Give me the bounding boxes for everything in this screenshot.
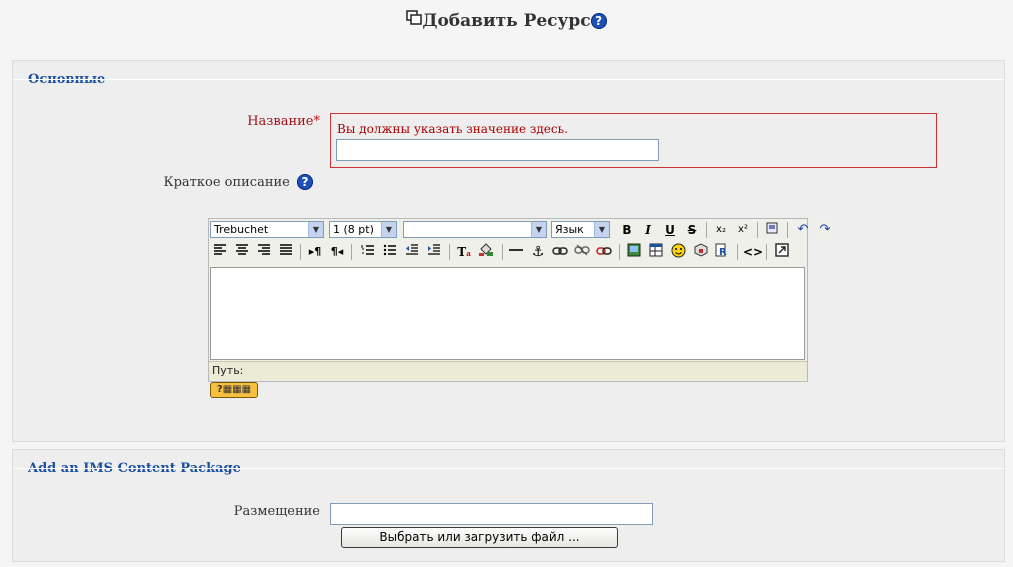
format-select[interactable]: ▼ — [403, 221, 547, 238]
location-label: Размещение — [233, 504, 320, 519]
editor-toolbar-row-1: Trebuchet ▼ 1 (8 pt) ▼ ▼ Язык ▼ B I U S x₂ … — [209, 219, 834, 241]
choose-file-button[interactable]: Выбрать или загрузить файл ... — [341, 527, 618, 548]
horizontal-rule-icon[interactable] — [507, 243, 525, 261]
ltr-direction-icon[interactable]: ▸¶ — [306, 243, 324, 261]
svg-text:R: R — [719, 247, 727, 258]
bold-icon[interactable]: B — [618, 221, 636, 239]
toolbar-separator — [502, 244, 503, 260]
align-left-icon[interactable] — [211, 243, 229, 261]
summary-help-icon[interactable]: ? — [297, 174, 313, 190]
outdent-icon[interactable] — [403, 243, 421, 261]
background-color-icon[interactable] — [477, 243, 495, 261]
font-family-value: Trebuchet — [214, 223, 269, 236]
language-select[interactable]: Язык ▼ — [551, 221, 610, 238]
toolbar-separator — [706, 222, 707, 238]
summary-label-row: Краткое описание ? — [150, 174, 313, 190]
toolbar-separator — [351, 244, 352, 260]
indent-icon[interactable] — [425, 243, 443, 261]
align-right-icon[interactable] — [255, 243, 273, 261]
page-title: Добавить Ресурс — [422, 10, 591, 31]
align-center-icon[interactable] — [233, 243, 251, 261]
page-title-row: Добавить Ресурс? — [0, 10, 1013, 31]
unordered-list-icon[interactable] — [381, 243, 399, 261]
anchor-icon[interactable]: ⚓ — [529, 243, 547, 261]
remove-link-icon[interactable] — [573, 243, 591, 261]
html-editor: Trebuchet ▼ 1 (8 pt) ▼ ▼ Язык ▼ B I U S x₂ … — [208, 218, 834, 382]
clean-word-icon[interactable] — [763, 221, 781, 239]
editor-path-label: Путь: — [212, 364, 244, 377]
name-error-message: Вы должны указать значение здесь. — [337, 122, 568, 136]
insert-special-char-icon[interactable] — [691, 243, 709, 261]
insert-smiley-icon[interactable] — [669, 243, 687, 261]
redo-icon[interactable]: ↷ — [816, 221, 834, 239]
chevron-down-icon: ▼ — [594, 222, 609, 237]
toolbar-separator — [737, 244, 738, 260]
rtl-direction-icon[interactable]: ¶◂ — [328, 243, 346, 261]
keyboard-help-question: ? — [216, 384, 223, 395]
ordered-list-icon[interactable] — [359, 243, 377, 261]
name-label-text: Название — [247, 114, 314, 129]
required-star-icon: * — [313, 114, 321, 129]
fullscreen-icon[interactable] — [773, 243, 791, 261]
insert-table-icon[interactable] — [647, 243, 665, 261]
text-color-icon[interactable]: Ta — [455, 243, 473, 261]
toolbar-separator — [787, 222, 788, 238]
toolbar-separator — [449, 244, 450, 260]
html-source-icon[interactable]: <> — [743, 243, 763, 261]
editor-toolbar-row-2: ▸¶ ¶◂ Ta ⚓ R <> — [209, 241, 807, 263]
editor-status-bar: Путь: — [209, 361, 807, 380]
chevron-down-icon: ▼ — [308, 222, 323, 237]
strikethrough-icon[interactable]: S — [683, 221, 701, 239]
search-replace-icon[interactable]: R — [713, 243, 731, 261]
legend-divider — [13, 79, 1004, 80]
italic-icon[interactable]: I — [639, 221, 657, 239]
chevron-down-icon: ▼ — [381, 222, 396, 237]
underline-icon[interactable]: U — [661, 221, 679, 239]
name-input[interactable] — [336, 139, 659, 161]
name-label: Название* — [200, 114, 320, 129]
font-family-select[interactable]: Trebuchet ▼ — [210, 221, 324, 238]
chevron-down-icon: ▼ — [531, 222, 546, 237]
align-justify-icon[interactable] — [277, 243, 295, 261]
resource-window-icon — [406, 10, 423, 31]
no-link-icon[interactable] — [595, 243, 613, 261]
keyboard-help-icon[interactable]: ?▦▦▦ — [210, 382, 258, 398]
editor-content-area[interactable] — [210, 267, 805, 360]
location-input[interactable] — [330, 503, 653, 525]
toolbar-separator — [757, 222, 758, 238]
insert-image-icon[interactable] — [625, 243, 643, 261]
legend-divider — [13, 468, 1004, 469]
toolbar-separator — [300, 244, 301, 260]
help-icon[interactable]: ? — [590, 12, 607, 29]
language-value: Язык — [555, 223, 584, 236]
insert-link-icon[interactable] — [551, 243, 569, 261]
toolbar-separator — [766, 244, 767, 260]
font-size-select[interactable]: 1 (8 pt) ▼ — [329, 221, 397, 238]
superscript-icon[interactable]: x² — [734, 221, 752, 239]
summary-label: Краткое описание — [163, 175, 290, 190]
subscript-icon[interactable]: x₂ — [712, 221, 730, 239]
toolbar-separator — [619, 244, 620, 260]
font-size-value: 1 (8 pt) — [333, 223, 374, 236]
undo-icon[interactable]: ↶ — [794, 221, 812, 239]
